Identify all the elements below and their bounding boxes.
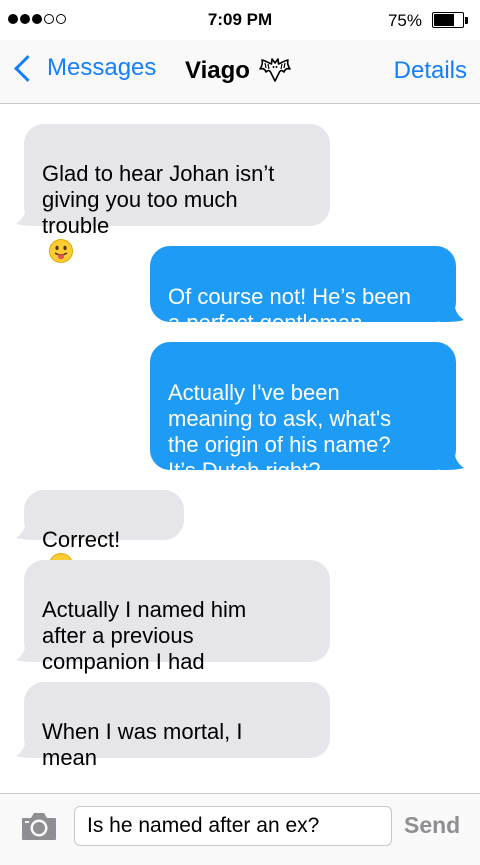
message-text: Correct! bbox=[42, 527, 121, 552]
message-bubble-incoming: When I was mortal, I mean bbox=[24, 682, 330, 770]
message-text: Glad to hear Johan isn’t giving you too … bbox=[42, 161, 275, 238]
message-text: When I was mortal, I mean bbox=[42, 719, 243, 770]
camera-icon[interactable] bbox=[20, 810, 58, 842]
details-button[interactable]: Details bbox=[394, 57, 467, 85]
message-bubble-outgoing: Of course not! He’s been a perfect gentl… bbox=[150, 246, 456, 335]
bubble-tail bbox=[16, 518, 40, 540]
message-text: Of course not! He’s been a perfect gentl… bbox=[168, 284, 411, 335]
battery-icon bbox=[432, 12, 468, 29]
navigation-bar: Messages Viago Details bbox=[0, 40, 480, 104]
message-bubble-outgoing: Actually I've been meaning to ask, what'… bbox=[150, 342, 456, 483]
message-composer: Send bbox=[0, 793, 480, 865]
status-bar: 7:09 PM 75% bbox=[0, 0, 480, 40]
send-button[interactable]: Send bbox=[404, 812, 460, 839]
bat-icon bbox=[259, 58, 291, 82]
bubble-tail bbox=[16, 204, 40, 226]
back-button-label: Messages bbox=[47, 54, 157, 81]
message-bubble-incoming: Actually I named him after a previous co… bbox=[24, 560, 330, 674]
message-text: Actually I named him after a previous co… bbox=[42, 597, 247, 674]
bubble-tail bbox=[440, 300, 464, 322]
bubble-tail bbox=[16, 640, 40, 662]
contact-name: Viago bbox=[185, 57, 250, 84]
bubble-tail bbox=[440, 448, 464, 470]
conversation-title: Viago bbox=[185, 57, 292, 85]
bubble-tail bbox=[16, 736, 40, 758]
message-bubble-incoming: Glad to hear Johan isn’t giving you too … bbox=[24, 124, 330, 264]
tongue-out-face-emoji bbox=[49, 239, 73, 264]
message-input[interactable] bbox=[74, 806, 392, 846]
message-bubble-incoming: Correct! bbox=[24, 490, 184, 578]
chevron-left-icon bbox=[14, 54, 41, 82]
battery-percentage: 75% bbox=[387, 11, 422, 30]
message-text: Actually I've been meaning to ask, what'… bbox=[168, 380, 392, 483]
back-button[interactable]: Messages bbox=[12, 54, 156, 82]
